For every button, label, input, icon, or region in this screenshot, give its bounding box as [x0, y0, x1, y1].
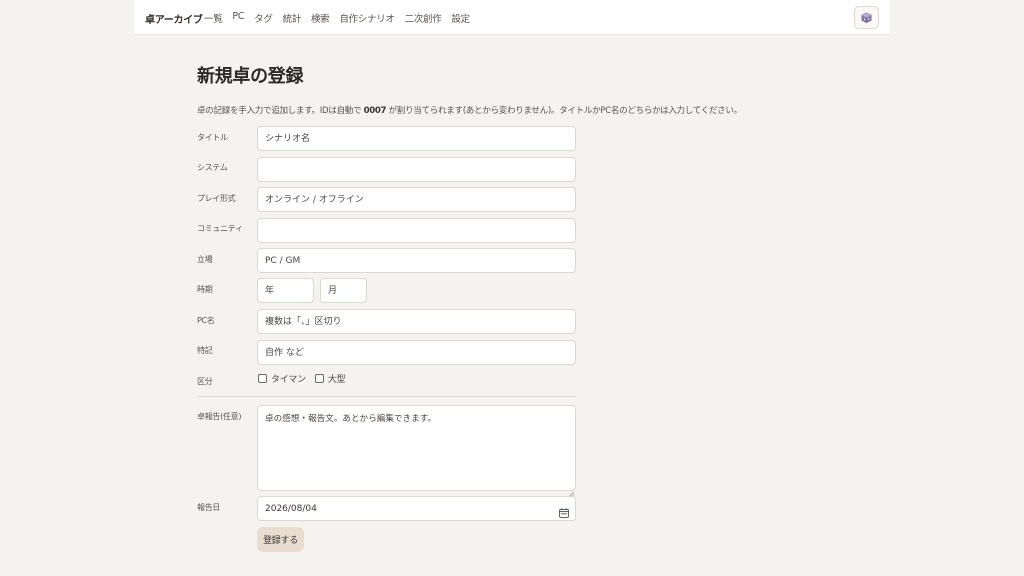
nav-item-pc[interactable]: PC [232, 11, 244, 25]
calendar-icon[interactable] [559, 503, 569, 522]
page-title: 新規卓の登録 [197, 66, 304, 87]
note-input[interactable] [257, 340, 576, 365]
category-option-large[interactable]: 大型 [314, 372, 346, 385]
checkbox-taiman[interactable] [258, 374, 267, 383]
pc-name-label: PC名 [197, 316, 215, 325]
brand-link[interactable]: 卓アーカイブ [145, 11, 203, 26]
role-label: 立場 [197, 255, 213, 264]
section-divider [197, 396, 576, 397]
role-input[interactable] [257, 248, 576, 273]
category-checkboxes: タイマン 大型 [258, 372, 354, 385]
nav-item-list[interactable]: 一覧 [204, 11, 223, 25]
note-label: 特記 [197, 346, 213, 355]
nav-item-own-scenarios[interactable]: 自作シナリオ [339, 11, 395, 25]
category-label: 区分 [197, 377, 213, 386]
pc-name-input[interactable] [257, 309, 576, 334]
report-date-value[interactable]: 2026/08/04 [257, 496, 576, 521]
nav-item-stats[interactable]: 統計 [283, 11, 302, 25]
theme-toggle-button[interactable] [854, 6, 879, 29]
report-textarea[interactable] [257, 405, 576, 491]
period-label: 時期 [197, 285, 213, 294]
system-input[interactable] [257, 157, 576, 182]
nav-item-fan-works[interactable]: 二次創作 [405, 11, 442, 25]
system-label: システム [197, 163, 228, 172]
submit-button[interactable]: 登録する [257, 527, 304, 552]
checkbox-large[interactable] [314, 374, 324, 383]
checkbox-taiman-label: タイマン [271, 375, 306, 385]
page-description: 卓の記録を手入力で追加します。IDは自動で 0007 が割り当てられます(あとか… [197, 104, 757, 116]
play-style-input[interactable] [257, 187, 576, 212]
resize-grip-icon[interactable] [567, 483, 575, 499]
assigned-id: 0007 [363, 106, 387, 116]
community-input[interactable] [257, 218, 576, 243]
report-date-input[interactable]: 2026/08/04 [257, 496, 576, 521]
category-option-taiman[interactable]: タイマン [258, 372, 306, 385]
report-label: 卓報告(任意) [197, 412, 242, 421]
year-input[interactable] [257, 278, 314, 303]
description-text-post: が割り当てられます(あとから変わりません)。タイトルかPC名のどちらかは入力して… [388, 106, 743, 116]
checkbox-large-label: 大型 [327, 375, 346, 385]
dice-icon [861, 12, 872, 23]
description-text-pre: 卓の記録を手入力で追加します。IDは自動で [197, 106, 362, 116]
title-label: タイトル [197, 133, 228, 142]
nav-item-tags[interactable]: タグ [254, 11, 273, 25]
nav-item-settings[interactable]: 設定 [451, 11, 470, 25]
play-style-label: プレイ形式 [197, 194, 236, 203]
community-label: コミュニティ [197, 224, 243, 233]
nav-item-search[interactable]: 検索 [311, 11, 330, 25]
report-date-label: 報告日 [197, 503, 221, 512]
title-input[interactable] [257, 126, 576, 151]
month-input[interactable] [320, 278, 367, 303]
main-nav: 一覧 PC タグ 統計 検索 自作シナリオ 二次創作 設定 [204, 11, 480, 25]
top-navbar: 卓アーカイブ 一覧 PC タグ 統計 検索 自作シナリオ 二次創作 設定 [134, 0, 890, 35]
